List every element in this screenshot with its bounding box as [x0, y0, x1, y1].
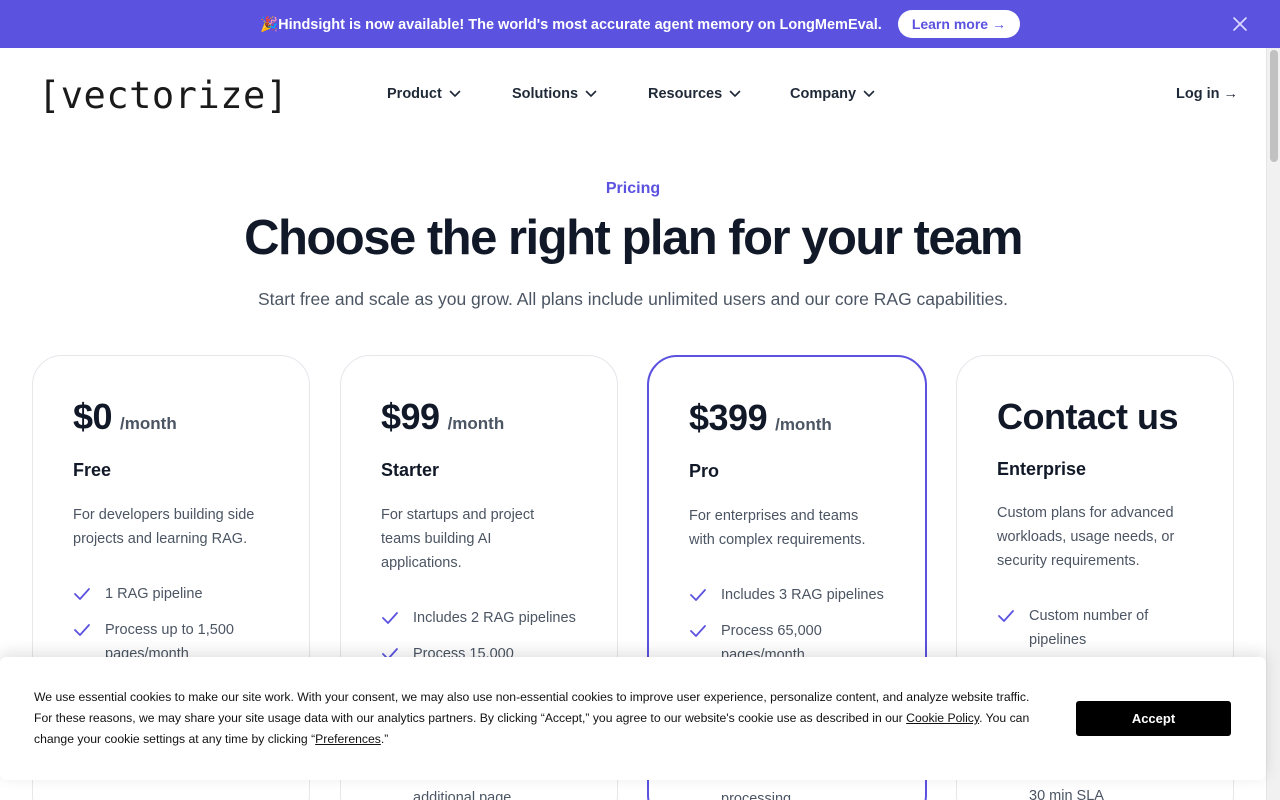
check-icon: [74, 624, 90, 636]
price-row: $399 /month: [689, 397, 832, 439]
banner-text: 🎉Hindsight is now available! The world's…: [260, 16, 882, 33]
nav-product-label: Product: [387, 86, 442, 102]
feature-item: Includes 2 RAG pipelines: [381, 606, 591, 630]
feature-text: 30 min SLA: [1029, 788, 1104, 800]
check-icon: [382, 612, 398, 624]
check-icon: [690, 589, 706, 601]
page-title: Choose the right plan for your team: [244, 211, 1023, 265]
nav-resources-label: Resources: [648, 86, 723, 102]
check-icon: [74, 588, 90, 600]
price-period: /month: [775, 415, 832, 434]
cookie-text-part: .”: [380, 732, 389, 746]
price-period: /month: [120, 414, 177, 433]
plan-description: For developers building side projects an…: [73, 507, 255, 547]
cookie-text: We use essential cookies to make our sit…: [34, 687, 1044, 750]
chevron-down-icon: [449, 90, 461, 97]
feature-text: processing: [721, 791, 792, 800]
nav-company[interactable]: Company: [790, 86, 875, 102]
plan-name: Enterprise: [997, 459, 1087, 479]
plan-price: $0: [73, 396, 113, 437]
plan-description: For enterprises and teams with complex r…: [689, 508, 866, 548]
chevron-down-icon: [729, 90, 741, 97]
page-scrollbar[interactable]: [1266, 48, 1280, 800]
announcement-banner: 🎉Hindsight is now available! The world's…: [0, 0, 1280, 48]
feature-text: additional page: [413, 790, 512, 800]
cookie-consent-banner: We use essential cookies to make our sit…: [0, 657, 1266, 780]
accept-cookies-button[interactable]: Accept: [1076, 701, 1231, 736]
feature-item: Includes 3 RAG pipelines: [689, 583, 899, 607]
vectorize-logo[interactable]: [vectorize]: [38, 76, 289, 116]
nav-solutions-label: Solutions: [512, 86, 579, 102]
chevron-down-icon: [863, 90, 875, 97]
feature-item: processing: [689, 787, 899, 800]
price-row: $99 /month: [381, 396, 504, 438]
plan-name: Starter: [381, 460, 440, 480]
feature-item: 1 RAG pipeline: [73, 582, 283, 606]
feature-text: 1 RAG pipeline: [105, 586, 203, 602]
plan-name: Free: [73, 460, 112, 480]
banner-message: Hindsight is now available! The world's …: [278, 16, 882, 33]
price-row: Contact us: [997, 396, 1179, 438]
plan-price: Contact us: [997, 396, 1179, 437]
feature-item: 30 min SLA: [997, 784, 1207, 800]
check-icon: [690, 625, 706, 637]
plan-price: $99: [381, 396, 440, 437]
nav-company-label: Company: [790, 86, 857, 102]
preferences-link[interactable]: Preferences: [315, 732, 381, 746]
close-icon[interactable]: [1230, 14, 1250, 34]
plan-description: Custom plans for advanced workloads, usa…: [997, 505, 1175, 569]
nav-solutions[interactable]: Solutions: [512, 86, 597, 102]
cookie-policy-link[interactable]: Cookie Policy: [906, 711, 979, 725]
nav-product[interactable]: Product: [387, 86, 461, 102]
check-icon: [998, 610, 1014, 622]
plan-description: For startups and project teams building …: [381, 507, 535, 571]
nav-resources[interactable]: Resources: [648, 86, 741, 102]
chevron-down-icon: [585, 90, 597, 97]
cookie-text-part: We use essential cookies to make our sit…: [34, 690, 1030, 725]
price-row: $0 /month: [73, 396, 177, 438]
plan-name: Pro: [689, 461, 720, 481]
feature-text: Includes 2 RAG pipelines: [413, 610, 576, 626]
feature-item: Custom number of pipelines: [997, 604, 1207, 652]
pricing-eyebrow: Pricing: [605, 180, 661, 197]
feature-text: Includes 3 RAG pipelines: [721, 587, 884, 603]
site-header: [vectorize] Product Solutions Resources …: [0, 48, 1266, 144]
login-link[interactable]: Log in →: [1176, 86, 1238, 102]
scrollbar-thumb[interactable]: [1270, 50, 1278, 162]
learn-more-button[interactable]: Learn more →: [897, 10, 1020, 38]
price-period: /month: [447, 414, 505, 433]
plan-price: $399: [689, 397, 768, 438]
page-subtitle: Start free and scale as you grow. All pl…: [258, 289, 1008, 309]
feature-item: additional page: [381, 786, 591, 800]
feature-text: Custom number of pipelines: [1029, 608, 1149, 648]
party-icon: 🎉: [260, 16, 279, 33]
